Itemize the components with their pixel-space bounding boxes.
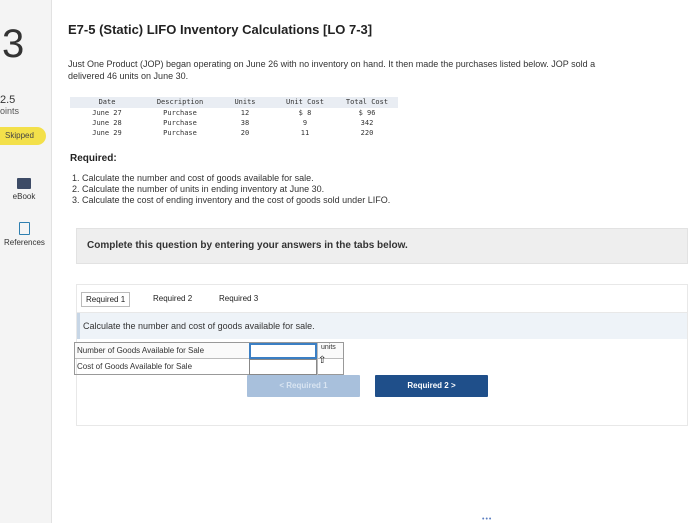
cell-unit-cost: 11 [300,129,310,137]
intro-line-1: Just One Product (JOP) began operating o… [68,59,596,69]
table-row: June 29 Purchase 20 11 220 [70,128,398,138]
document-icon [18,222,30,235]
intro-line-2: delivered 46 units on June 30. [68,71,189,81]
col-header-units: Units [216,97,274,108]
question-number: 3 [2,22,25,66]
panel-instruction-bar: Calculate the number and cost of goods a… [77,313,687,339]
banner-text: Complete this question by entering your … [87,240,408,251]
units-label: units [321,344,336,351]
instruction-banner: Complete this question by entering your … [76,228,688,264]
required-item: 3. Calculate the cost of ending inventor… [72,195,391,205]
table-row: June 28 Purchase 38 9 342 [70,118,398,128]
answer-row-goods-cost: Cost of Goods Available for Sale [75,359,343,375]
prev-required-button[interactable]: < Required 1 [247,375,360,397]
question-rail: 3 2.5 oints Skipped eBook References [0,0,52,523]
cell-unit-cost: $ 8 [298,109,312,117]
table-row: June 27 Purchase 12 $ 8 $ 96 [70,108,398,118]
points-label: oints [0,106,20,116]
points-info: 2.5 oints [0,95,19,117]
tab-required-1[interactable]: Required 1 [81,292,131,307]
cell-date: June 28 [92,119,122,127]
cell-date: June 27 [92,109,122,117]
required-list: 1. Calculate the number and cost of good… [72,173,390,206]
cell-description: Purchase [163,129,197,137]
panel-instruction: Calculate the number and cost of goods a… [83,321,315,331]
book-icon [17,178,31,189]
ebook-link[interactable]: eBook [4,178,44,201]
cell-units: 12 [240,109,250,117]
points-value: 2.5 [0,94,16,106]
ebook-label: eBook [12,192,36,201]
col-header-description: Description [144,97,216,108]
question-intro: Just One Product (JOP) began operating o… [68,58,700,82]
answer-table: Number of Goods Available for Sale units… [74,342,344,375]
mouse-cursor-icon: ⇧ [318,355,327,366]
required-item: 2. Calculate the number of units in endi… [72,184,325,194]
cell-total-cost: 342 [360,119,374,127]
cell-units: 38 [240,119,250,127]
answer-label: Cost of Goods Available for Sale [77,362,193,371]
tab-bar: Required 1 Required 2 Required 3 [76,284,688,312]
col-header-date: Date [70,97,144,108]
required-heading: Required: [70,153,117,164]
cell-description: Purchase [163,109,197,117]
goods-available-number-input[interactable] [249,343,317,359]
more-dots-icon: ••• [482,516,493,523]
purchases-table: Date Description Units Unit Cost Total C… [70,97,398,138]
tab-required-3[interactable]: Required 3 [215,292,262,305]
cell-date: June 29 [92,129,122,137]
skipped-badge: Skipped [0,127,46,145]
cell-description: Purchase [163,119,197,127]
table-header-row: Date Description Units Unit Cost Total C… [70,97,398,108]
references-label: References [4,238,45,247]
tab-required-2[interactable]: Required 2 [149,292,196,305]
cell-unit-cost: 9 [302,119,308,127]
required-item: 1. Calculate the number and cost of good… [72,173,314,183]
references-link[interactable]: References [4,222,45,247]
answer-row-goods-number: Number of Goods Available for Sale units [75,343,343,359]
answer-label: Number of Goods Available for Sale [77,346,205,355]
question-title: E7-5 (Static) LIFO Inventory Calculation… [68,22,373,37]
cell-total-cost: $ 96 [358,109,376,117]
cell-total-cost: 220 [360,129,374,137]
col-header-total-cost: Total Cost [336,97,398,108]
col-header-unit-cost: Unit Cost [274,97,336,108]
next-required-button[interactable]: Required 2 > [375,375,488,397]
goods-available-cost-input[interactable] [249,359,317,375]
cell-units: 20 [240,129,250,137]
